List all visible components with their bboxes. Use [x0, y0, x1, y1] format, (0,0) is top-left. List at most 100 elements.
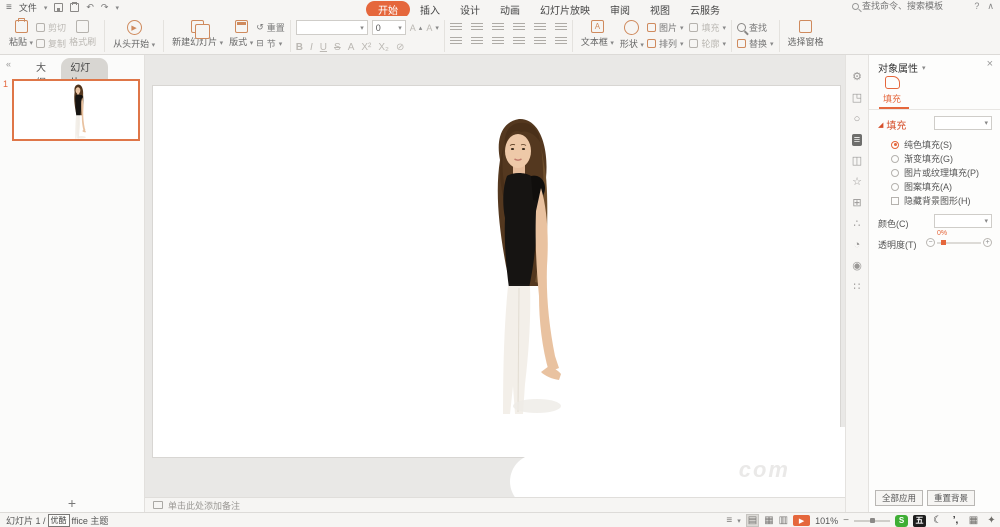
slide-sorter-view-icon[interactable]: ▦: [764, 515, 773, 526]
fill-tab-label[interactable]: 填充: [883, 92, 901, 105]
gradient-fill-option[interactable]: 渐变填充(G): [891, 152, 953, 165]
help-icon[interactable]: ?: [974, 1, 979, 12]
normal-view-icon[interactable]: ▤: [746, 514, 759, 527]
color-select[interactable]: ▾: [934, 214, 992, 228]
slide[interactable]: [152, 85, 841, 458]
align-left-icon[interactable]: [450, 37, 462, 46]
increase-font-button[interactable]: A▴: [410, 23, 423, 33]
selection-pane-button[interactable]: 选择窗格: [785, 19, 827, 49]
bold-button[interactable]: B: [296, 42, 303, 53]
new-slide-button[interactable]: 新建幻灯片 ▾: [169, 19, 226, 49]
reset-button[interactable]: ↺ 重置: [256, 21, 285, 34]
slideshow-play-button[interactable]: ▶: [793, 515, 810, 526]
fill-section-header[interactable]: ◢ 填充: [878, 117, 906, 132]
picture-texture-fill-option[interactable]: 图片或纹理填充(P): [891, 166, 979, 179]
ime-wubi-icon[interactable]: 五: [913, 515, 926, 527]
decrease-font-button[interactable]: A▾: [426, 23, 439, 33]
align-right-icon[interactable]: [492, 37, 504, 46]
superscript-button[interactable]: X²: [361, 42, 371, 53]
replace-button[interactable]: 替换▾: [737, 37, 774, 50]
underline-button[interactable]: U: [320, 42, 327, 53]
ime-punctuation-icon[interactable]: ’,: [949, 515, 962, 527]
close-pane-icon[interactable]: ×: [987, 58, 993, 70]
editing-canvas[interactable]: com: [145, 55, 845, 497]
fill-button[interactable]: 填充▾: [689, 21, 726, 34]
toolbox-panel-icon[interactable]: ⊞: [852, 197, 861, 209]
layers-panel-icon[interactable]: ◫: [852, 155, 862, 167]
layout-button[interactable]: 版式 ▾: [226, 19, 256, 49]
portrait-image[interactable]: [479, 116, 563, 421]
format-painter-button[interactable]: 格式刷: [66, 19, 99, 49]
slider-plus-icon[interactable]: +: [983, 238, 992, 247]
fill-preset-select[interactable]: ▾: [934, 116, 992, 130]
print-icon[interactable]: [70, 3, 79, 12]
apply-all-button[interactable]: 全部应用: [875, 490, 923, 506]
shapes-button[interactable]: 形状 ▾: [617, 19, 647, 51]
shapes-panel-icon[interactable]: ◳: [852, 92, 862, 104]
star-panel-icon[interactable]: ☆: [852, 176, 862, 188]
pattern-fill-option[interactable]: 图案填充(A): [891, 180, 952, 193]
find-button[interactable]: 查找: [737, 21, 774, 34]
paste-button[interactable]: 粘贴 ▾: [6, 19, 36, 49]
reading-view-icon[interactable]: ▥: [779, 515, 788, 526]
command-search[interactable]: [852, 1, 954, 11]
slider-minus-icon[interactable]: −: [926, 238, 935, 247]
notes-bar[interactable]: 单击此处添加备注: [145, 497, 845, 512]
font-size-select[interactable]: 0▾: [372, 20, 406, 35]
strikethrough-button[interactable]: S: [334, 42, 341, 53]
arrange-button[interactable]: 排列▾: [647, 37, 684, 50]
info-panel-icon[interactable]: ◉: [852, 260, 862, 272]
bullets-icon[interactable]: [450, 23, 462, 32]
subscript-button[interactable]: X₂: [378, 42, 389, 53]
copy-button[interactable]: 复制: [36, 37, 66, 50]
undo-icon[interactable]: ↶: [86, 2, 94, 13]
redo-icon[interactable]: ↷: [101, 2, 109, 13]
clear-format-button[interactable]: ⊘: [396, 42, 404, 53]
notes-toggle-caret-icon[interactable]: ▾: [737, 517, 741, 525]
zoom-out-icon[interactable]: −: [843, 515, 849, 526]
quickbar-caret-icon[interactable]: ▾: [115, 4, 119, 12]
main-menu-icon[interactable]: ≡: [6, 2, 12, 13]
line-spacing-icon[interactable]: [534, 23, 546, 32]
save-icon[interactable]: [54, 3, 63, 12]
search-input[interactable]: [862, 1, 954, 11]
transparency-slider[interactable]: − 0% +: [926, 235, 992, 249]
add-slide-button[interactable]: +: [68, 497, 76, 509]
ime-tools-icon[interactable]: ✦: [985, 515, 998, 527]
object-properties-icon[interactable]: ≡: [852, 134, 862, 146]
section-button[interactable]: ⊟ 节 ▾: [256, 37, 285, 50]
collapse-ribbon-icon[interactable]: ∧: [987, 1, 994, 12]
align-center-icon[interactable]: [471, 37, 483, 46]
numbering-icon[interactable]: [471, 23, 483, 32]
justify-icon[interactable]: [513, 37, 525, 46]
zoom-slider[interactable]: [854, 520, 890, 522]
text-direction-icon[interactable]: [555, 23, 567, 32]
font-color-button[interactable]: A: [348, 42, 355, 53]
slide-thumbnail[interactable]: [12, 79, 140, 141]
outline-button[interactable]: 轮廓▾: [689, 37, 726, 50]
distribute-icon[interactable]: [534, 37, 546, 46]
reset-background-button[interactable]: 重置背景: [927, 490, 975, 506]
italic-button[interactable]: I: [310, 42, 313, 53]
file-menu[interactable]: 文件: [19, 1, 37, 14]
columns-icon[interactable]: [555, 37, 567, 46]
share-panel-icon[interactable]: ∴: [854, 218, 861, 230]
play-from-start-button[interactable]: ▶ 从头开始 ▾: [110, 19, 158, 51]
zoom-slider-thumb[interactable]: [870, 518, 875, 523]
pane-title-caret-icon[interactable]: ▾: [922, 64, 926, 72]
ime-logo-icon[interactable]: S: [895, 515, 908, 527]
gear-icon[interactable]: ⚙: [852, 71, 862, 83]
notes-toggle-icon[interactable]: ≡: [726, 515, 732, 526]
history-panel-icon[interactable]: ◔: [854, 239, 861, 251]
textbox-button[interactable]: A 文本框 ▾: [578, 19, 617, 49]
picture-button[interactable]: 图片▾: [647, 21, 684, 34]
decrease-indent-icon[interactable]: [492, 23, 504, 32]
ime-keyboard-icon[interactable]: ▦: [967, 515, 980, 527]
effects-panel-icon[interactable]: ○: [854, 113, 861, 125]
slider-thumb[interactable]: [941, 240, 946, 245]
font-family-select[interactable]: ▾: [296, 20, 368, 35]
collapse-panel-icon[interactable]: «: [6, 59, 11, 69]
zoom-level[interactable]: 101%: [815, 516, 838, 526]
fill-tab-icon[interactable]: [885, 76, 900, 89]
apps-panel-icon[interactable]: ∷: [854, 281, 861, 293]
